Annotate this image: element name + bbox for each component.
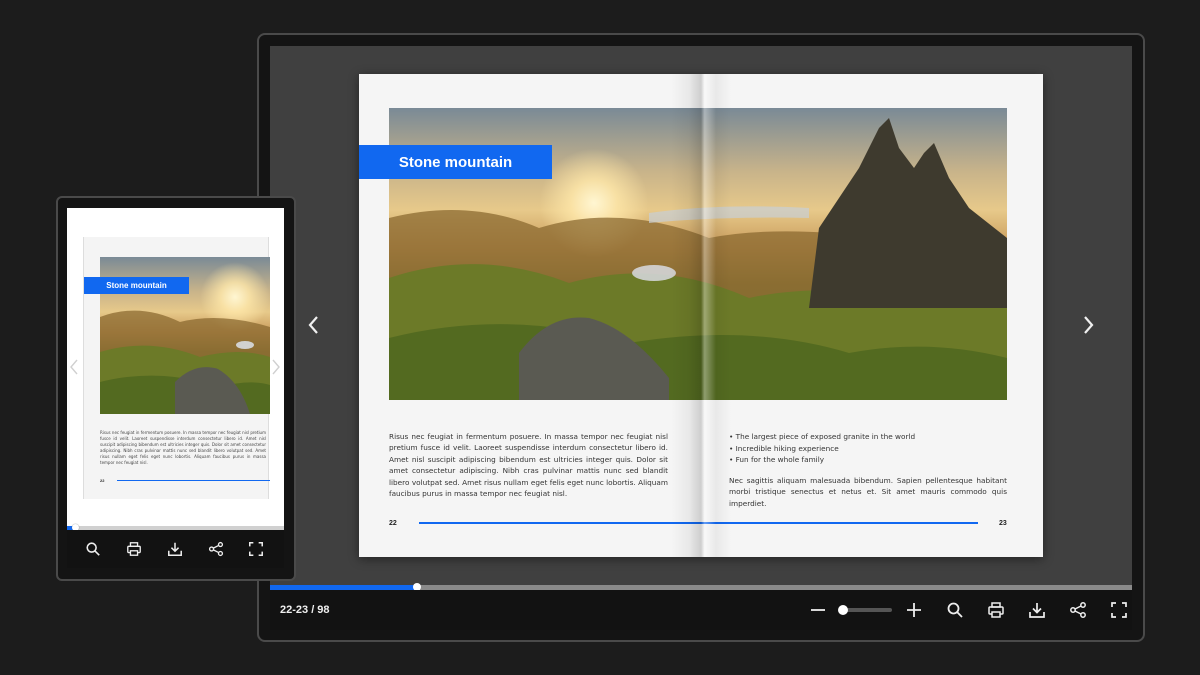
title-tag: Stone mountain — [359, 145, 552, 179]
search-button[interactable] — [945, 600, 965, 620]
share-button[interactable] — [1068, 600, 1088, 620]
print-button[interactable] — [986, 600, 1006, 620]
chevron-left-icon — [70, 359, 78, 375]
tablet-share-button[interactable] — [207, 540, 225, 558]
tablet-print-button[interactable] — [125, 540, 143, 558]
fullscreen-button[interactable] — [1109, 600, 1129, 620]
bullet-list: • The largest piece of exposed granite i… — [729, 431, 1007, 466]
left-paragraph: Risus nec feugiat in fermentum posuere. … — [389, 432, 668, 499]
search-icon — [86, 542, 100, 556]
page-number-right: 23 — [999, 520, 1007, 527]
page-counter: 22-23 / 98 — [280, 604, 330, 616]
tablet-page-number: 22 — [100, 478, 105, 483]
chevron-right-icon — [272, 359, 280, 375]
tablet-fullscreen-button[interactable] — [247, 540, 265, 558]
book-spread: Stone mountain Risus nec feugiat in ferm… — [359, 74, 1043, 557]
flipbook-viewer: Stone mountain Risus nec feugiat in ferm… — [270, 46, 1132, 630]
tablet-page: Stone mountain Risus nec feugiat in ferm… — [83, 237, 270, 499]
bullet-item: • Incredible hiking experience — [729, 443, 839, 453]
tablet-page-footer-line — [117, 480, 270, 481]
zoom-in-icon — [907, 603, 921, 617]
download-button[interactable] — [1027, 600, 1047, 620]
bullet-item: • Fun for the whole family — [729, 455, 825, 465]
zoom-out-button[interactable] — [808, 600, 828, 620]
print-icon — [988, 602, 1004, 618]
tablet-title-tag: Stone mountain — [84, 277, 189, 294]
tablet-paragraph: Risus nec feugiat in fermentum posuere. … — [100, 430, 266, 465]
next-page-button[interactable] — [1082, 314, 1096, 342]
fullscreen-icon — [249, 542, 263, 556]
zoom-in-button[interactable] — [904, 600, 924, 620]
tablet-prev-page-button[interactable] — [69, 358, 79, 380]
page-number-left: 22 — [389, 520, 397, 527]
zoom-out-icon — [811, 609, 825, 611]
chevron-left-icon — [308, 316, 318, 334]
download-icon — [168, 542, 182, 556]
right-paragraph: Nec sagittis aliquam malesuada bibendum.… — [729, 476, 1007, 508]
tablet-search-button[interactable] — [84, 540, 102, 558]
chevron-right-icon — [1084, 316, 1094, 334]
page-footer-line — [419, 522, 978, 524]
share-icon — [208, 541, 224, 557]
prev-page-button[interactable] — [306, 314, 320, 342]
download-icon — [1029, 603, 1045, 618]
search-icon — [947, 602, 963, 618]
zoom-slider[interactable] — [838, 605, 892, 615]
tablet-download-button[interactable] — [166, 540, 184, 558]
share-icon — [1070, 602, 1086, 618]
fullscreen-icon — [1111, 602, 1127, 618]
tablet-next-page-button[interactable] — [271, 358, 281, 380]
tablet-toolbar — [67, 530, 284, 568]
print-icon — [127, 542, 141, 556]
bullet-item: • The largest piece of exposed granite i… — [729, 432, 916, 441]
tablet-flipbook-viewer: Stone mountain Risus nec feugiat in ferm… — [67, 208, 284, 568]
viewer-toolbar: 22-23 / 98 — [270, 590, 1132, 630]
zoom-slider-handle[interactable] — [838, 605, 849, 615]
